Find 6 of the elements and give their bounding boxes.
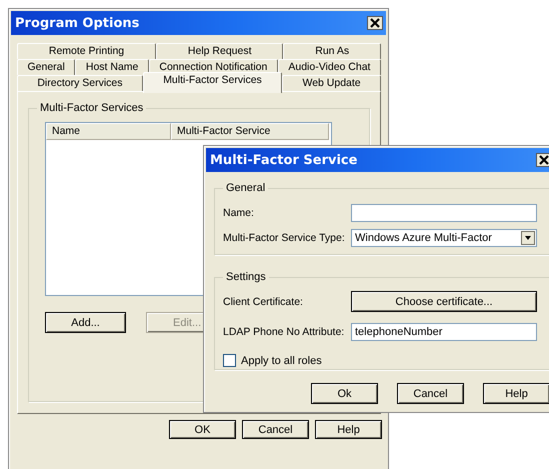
field-label: Client Certificate: [223, 296, 304, 308]
field-label: Name: [223, 206, 255, 218]
group-title: Settings [225, 271, 267, 283]
group-title: General [225, 182, 266, 194]
window-title: Program Options [15, 16, 140, 30]
group-title: Multi-Factor Services [39, 102, 144, 114]
